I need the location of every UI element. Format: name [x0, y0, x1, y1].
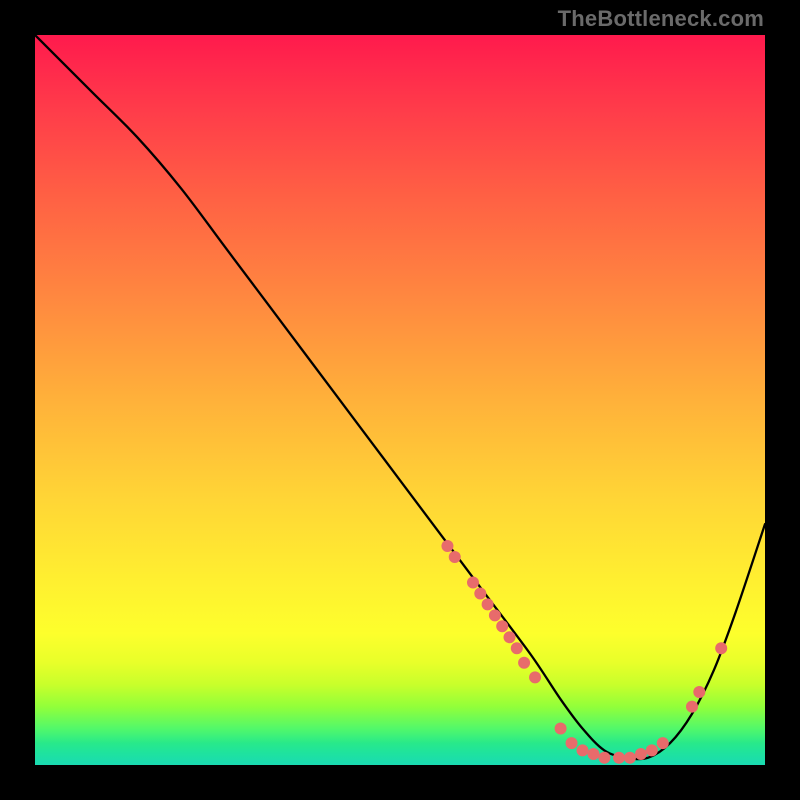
- data-marker: [511, 642, 523, 654]
- data-marker: [635, 748, 647, 760]
- data-marker: [518, 657, 530, 669]
- watermark-text: TheBottleneck.com: [558, 6, 764, 32]
- data-marker: [504, 631, 516, 643]
- data-marker: [598, 752, 610, 764]
- data-marker: [577, 744, 589, 756]
- data-marker: [715, 642, 727, 654]
- data-marker: [657, 737, 669, 749]
- curve-line: [35, 35, 765, 759]
- chart-frame: TheBottleneck.com: [0, 0, 800, 800]
- data-marker: [566, 737, 578, 749]
- data-marker: [686, 701, 698, 713]
- data-marker: [449, 551, 461, 563]
- data-marker: [693, 686, 705, 698]
- plot-area: [35, 35, 765, 765]
- data-marker: [613, 752, 625, 764]
- data-marker: [467, 577, 479, 589]
- data-marker: [646, 744, 658, 756]
- data-marker: [441, 540, 453, 552]
- data-marker: [489, 609, 501, 621]
- data-marker: [624, 752, 636, 764]
- data-marker: [555, 723, 567, 735]
- data-marker: [529, 671, 541, 683]
- data-marker: [474, 587, 486, 599]
- chart-svg: [35, 35, 765, 765]
- data-marker: [482, 598, 494, 610]
- data-marker: [587, 748, 599, 760]
- data-marker: [496, 620, 508, 632]
